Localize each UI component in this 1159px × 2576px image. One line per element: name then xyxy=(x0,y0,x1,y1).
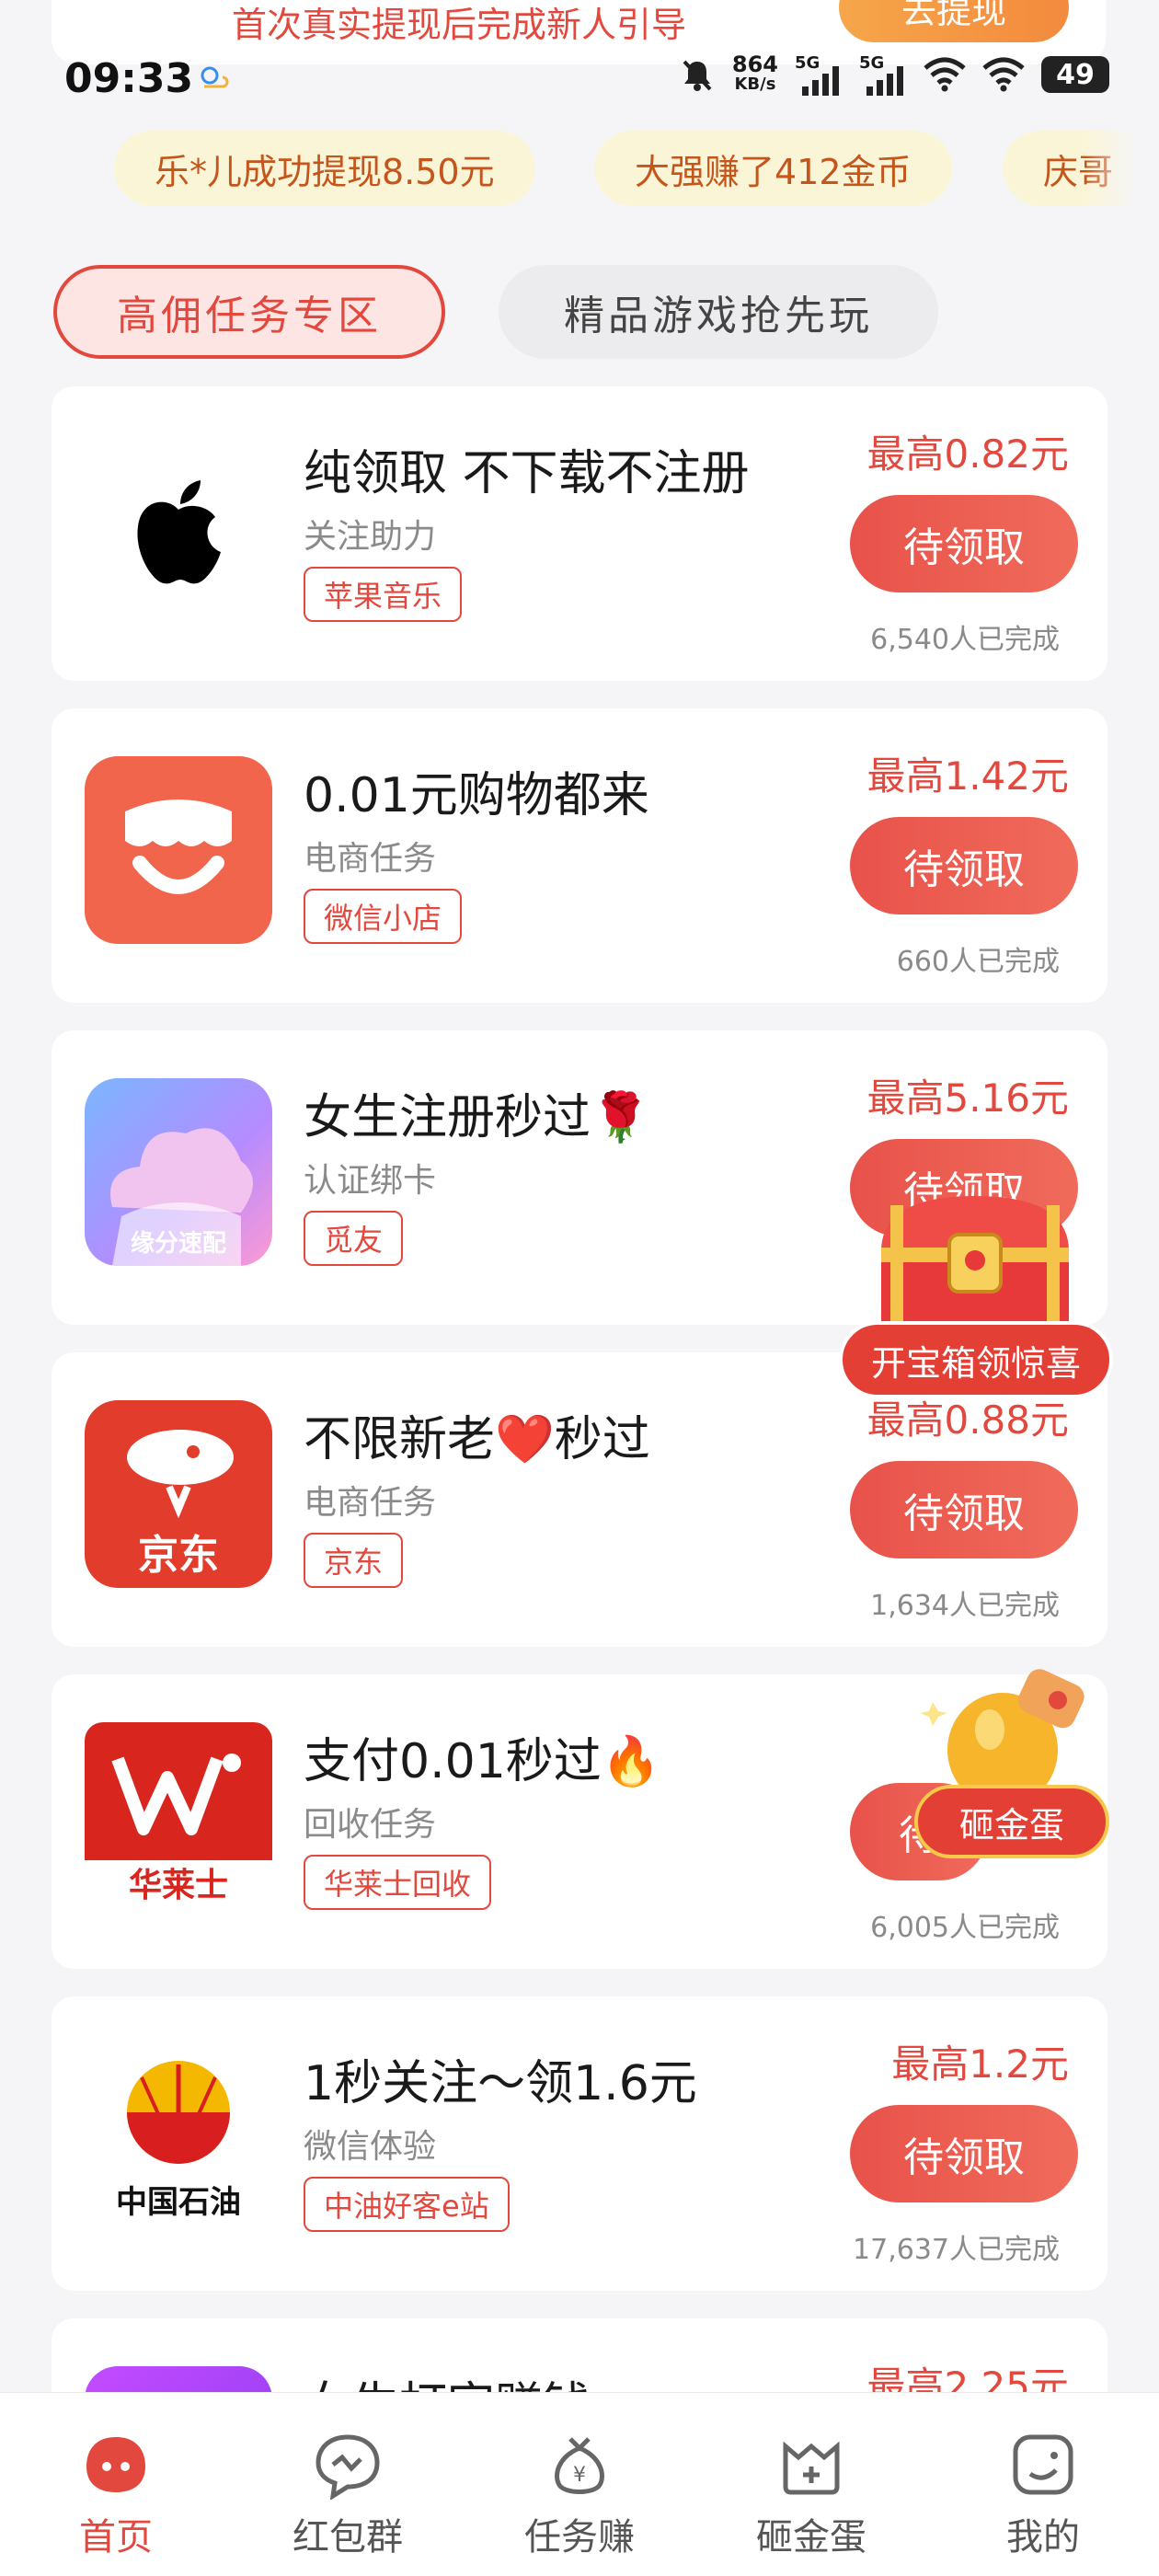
egg-label: 砸金蛋 xyxy=(914,1785,1109,1858)
task-tag: 京东 xyxy=(304,1533,404,1588)
icon-caption: 华莱士 xyxy=(128,1867,228,1904)
task-tag: 苹果音乐 xyxy=(304,567,463,622)
nav-task-earn[interactable]: ¥ 任务赚 xyxy=(464,2393,695,2576)
task-completed-count: 17,637人已完成 xyxy=(853,2234,1060,2266)
wallace-icon: 华莱士 xyxy=(85,1722,272,1910)
task-tag: 微信小店 xyxy=(304,889,463,944)
signal-icon: 5G xyxy=(795,53,843,96)
icon-caption: 中国石油 xyxy=(116,2184,241,2221)
weather-icon xyxy=(201,66,229,88)
task-title: 不限新老❤️秒过 xyxy=(304,1412,650,1467)
icon-caption: 缘分速配 xyxy=(130,1230,226,1258)
claim-button[interactable]: 待领取 xyxy=(850,495,1078,592)
task-subtitle: 认证绑卡 xyxy=(304,1162,437,1200)
egg-box-icon xyxy=(783,2441,840,2495)
task-tag: 华莱士回收 xyxy=(304,1855,492,1910)
task-subtitle: 电商任务 xyxy=(304,840,437,878)
task-title: 0.01元购物都来 xyxy=(304,768,649,823)
bottom-nav: 首页 红包群 ¥ 任务赚 砸金蛋 我的 xyxy=(0,2392,1159,2576)
task-card[interactable]: 0.01元购物都来 电商任务 微信小店 最高1.42元 待领取 660人已完成 xyxy=(52,708,1107,1003)
profile-icon xyxy=(1013,2434,1073,2495)
task-title: 女生注册秒过🌹 xyxy=(304,1090,650,1145)
mute-icon xyxy=(683,60,712,91)
golden-egg-widget[interactable]: 砸金蛋 xyxy=(911,1665,1113,1868)
task-reward: 最高0.82元 xyxy=(866,431,1069,477)
golden-egg-icon xyxy=(920,1669,1084,1803)
ticker-item: 乐*儿成功提现8.50元 xyxy=(114,131,535,206)
nav-golden-egg[interactable]: 砸金蛋 xyxy=(695,2393,927,2576)
withdraw-button[interactable]: 去提现 xyxy=(839,0,1069,42)
chest-label: 开宝箱领惊喜 xyxy=(839,1321,1113,1398)
nav-red-packet-group[interactable]: 红包群 xyxy=(232,2393,464,2576)
tab-high-commission[interactable]: 高佣任务专区 xyxy=(53,265,445,359)
task-completed-count: 6,540人已完成 xyxy=(870,624,1060,656)
status-time: 09:33 xyxy=(64,55,194,102)
wechat-shop-icon xyxy=(85,756,272,944)
svg-text:¥: ¥ xyxy=(573,2464,586,2487)
task-title: 1秒关注～领1.6元 xyxy=(304,2056,697,2111)
battery-indicator: 49 xyxy=(1041,56,1109,93)
task-card[interactable]: 中国石油 1秒关注～领1.6元 微信体验 中油好客e站 最高1.2元 待领取 1… xyxy=(52,1996,1107,2291)
signal-icon-2: 5G xyxy=(859,53,907,96)
nav-profile[interactable]: 我的 xyxy=(927,2393,1159,2576)
task-reward: 最高1.2元 xyxy=(891,2041,1069,2087)
nav-label: 红包群 xyxy=(293,2516,403,2559)
home-icon xyxy=(86,2437,145,2492)
tab-games[interactable]: 精品游戏抢先玩 xyxy=(499,265,938,359)
task-completed-count: 660人已完成 xyxy=(896,946,1060,978)
withdraw-ticker: 乐*儿成功提现8.50元 大强赚了412金币 庆哥 xyxy=(0,118,1159,213)
top-banner-text: 首次真实提现后完成新人引导 xyxy=(232,5,687,45)
task-title: 纯领取 不下载不注册 xyxy=(304,446,750,501)
task-card[interactable]: 纯领取 不下载不注册 关注助力 苹果音乐 最高0.82元 待领取 6,540人已… xyxy=(52,386,1107,681)
task-title: 支付0.01秒过🔥 xyxy=(304,1734,661,1789)
wifi-icon xyxy=(924,57,966,92)
task-subtitle: 关注助力 xyxy=(304,518,437,556)
task-subtitle: 回收任务 xyxy=(304,1806,437,1844)
treasure-chest-icon xyxy=(881,1196,1069,1334)
status-bar: 09:33 864 KB/s 5G 5G 49 xyxy=(0,48,1159,109)
task-subtitle: 微信体验 xyxy=(304,2128,437,2166)
treasure-chest-widget[interactable]: 开宝箱领惊喜 xyxy=(835,1187,1115,1408)
claim-button[interactable]: 待领取 xyxy=(850,2105,1078,2202)
claim-button[interactable]: 待领取 xyxy=(850,1461,1078,1558)
icon-caption: 京东 xyxy=(138,1532,219,1579)
yuanfen-icon: 缘分速配 xyxy=(85,1078,272,1266)
nav-label: 首页 xyxy=(79,2516,153,2559)
nav-label: 我的 xyxy=(1006,2516,1080,2559)
ticker-item: 大强赚了412金币 xyxy=(594,131,952,206)
task-completed-count: 1,634人已完成 xyxy=(870,1590,1060,1622)
jd-icon: 京东 xyxy=(85,1400,272,1588)
net-speed: 864 KB/s xyxy=(731,52,778,94)
nav-home[interactable]: 首页 xyxy=(0,2393,232,2576)
claim-button[interactable]: 待领取 xyxy=(850,817,1078,914)
task-completed-count: 6,005人已完成 xyxy=(870,1912,1060,1944)
task-subtitle: 电商任务 xyxy=(304,1484,437,1522)
task-tag: 中油好客e站 xyxy=(304,2177,510,2232)
apple-icon xyxy=(85,434,272,622)
nav-label: 任务赚 xyxy=(524,2516,635,2559)
petrochina-icon: 中国石油 xyxy=(85,2044,272,2232)
nav-label: 砸金蛋 xyxy=(756,2516,866,2559)
task-tag: 觅友 xyxy=(304,1211,404,1266)
chat-icon xyxy=(316,2434,380,2500)
wifi-icon-2 xyxy=(982,57,1025,92)
task-reward: 最高1.42元 xyxy=(866,753,1069,799)
task-reward: 最高5.16元 xyxy=(866,1075,1069,1121)
money-bag-icon: ¥ xyxy=(555,2437,604,2494)
